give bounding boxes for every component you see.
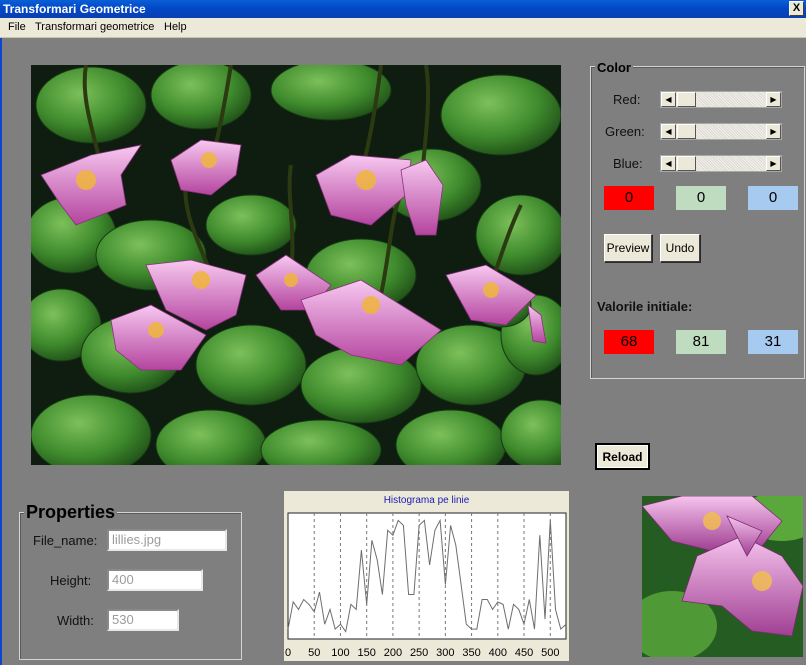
green-label: Green: bbox=[605, 124, 645, 139]
x-tick-label: 400 bbox=[489, 647, 507, 659]
scroll-left-icon[interactable]: ◀ bbox=[661, 92, 676, 107]
initial-blue-box: 31 bbox=[748, 330, 798, 354]
main-image bbox=[31, 65, 561, 465]
menu-bar: File Transformari geometrice Help bbox=[0, 18, 806, 38]
blue-label: Blue: bbox=[613, 156, 643, 171]
scroll-right-icon[interactable]: ▶ bbox=[766, 124, 781, 139]
x-tick-label: 0 bbox=[285, 647, 291, 659]
red-value-box: 0 bbox=[604, 186, 654, 210]
close-button[interactable]: X bbox=[789, 1, 804, 16]
color-group-title: Color bbox=[595, 60, 633, 75]
thumbnail-image bbox=[642, 496, 803, 657]
width-label: Width: bbox=[57, 613, 94, 628]
height-label: Height: bbox=[50, 573, 92, 588]
x-tick-label: 50 bbox=[308, 647, 320, 659]
x-tick-label: 450 bbox=[515, 647, 533, 659]
properties-title: Properties bbox=[24, 502, 118, 523]
histogram-plot: 0 50 100 150 200 250 300 350 400 450 500 bbox=[285, 512, 567, 659]
menu-file[interactable]: File bbox=[8, 21, 26, 33]
x-tick-label: 300 bbox=[436, 647, 454, 659]
file-name-field[interactable]: lillies.jpg bbox=[107, 529, 227, 551]
red-slider[interactable]: ◀ ▶ bbox=[660, 91, 782, 108]
green-value-box: 0 bbox=[676, 186, 726, 210]
menu-transformari-geometrice[interactable]: Transformari geometrice bbox=[35, 21, 154, 33]
initial-green-box: 81 bbox=[676, 330, 726, 354]
scroll-right-icon[interactable]: ▶ bbox=[766, 92, 781, 107]
scroll-left-icon[interactable]: ◀ bbox=[661, 156, 676, 171]
x-tick-label: 350 bbox=[462, 647, 480, 659]
red-slider-thumb[interactable] bbox=[677, 92, 696, 107]
initial-values-title: Valorile initiale: bbox=[597, 299, 693, 314]
width-field[interactable]: 530 bbox=[107, 609, 179, 631]
reload-button[interactable]: Reload bbox=[595, 443, 650, 470]
blue-slider[interactable]: ◀ ▶ bbox=[660, 155, 782, 172]
initial-red-box: 68 bbox=[604, 330, 654, 354]
window-border bbox=[0, 38, 2, 665]
green-slider-thumb[interactable] bbox=[677, 124, 696, 139]
red-label: Red: bbox=[613, 92, 641, 107]
preview-button[interactable]: Preview bbox=[604, 234, 652, 262]
title-bar: Transformari Geometrice X bbox=[0, 0, 806, 18]
menu-help[interactable]: Help bbox=[164, 21, 187, 33]
height-field[interactable]: 400 bbox=[107, 569, 203, 591]
scroll-left-icon[interactable]: ◀ bbox=[661, 124, 676, 139]
blue-value-box: 0 bbox=[748, 186, 798, 210]
undo-button[interactable]: Undo bbox=[660, 234, 700, 262]
blue-slider-thumb[interactable] bbox=[677, 156, 696, 171]
x-tick-label: 100 bbox=[331, 647, 349, 659]
green-slider[interactable]: ◀ ▶ bbox=[660, 123, 782, 140]
x-tick-label: 150 bbox=[357, 647, 375, 659]
x-tick-label: 250 bbox=[410, 647, 428, 659]
file-name-label: File_name: bbox=[33, 533, 98, 548]
histogram-chart: Histograma pe linie 0 50 100 150 200 250 300 35… bbox=[284, 491, 569, 661]
x-tick-label: 200 bbox=[384, 647, 402, 659]
window-title: Transformari Geometrice bbox=[3, 2, 146, 16]
scroll-right-icon[interactable]: ▶ bbox=[766, 156, 781, 171]
x-tick-label: 500 bbox=[541, 647, 559, 659]
